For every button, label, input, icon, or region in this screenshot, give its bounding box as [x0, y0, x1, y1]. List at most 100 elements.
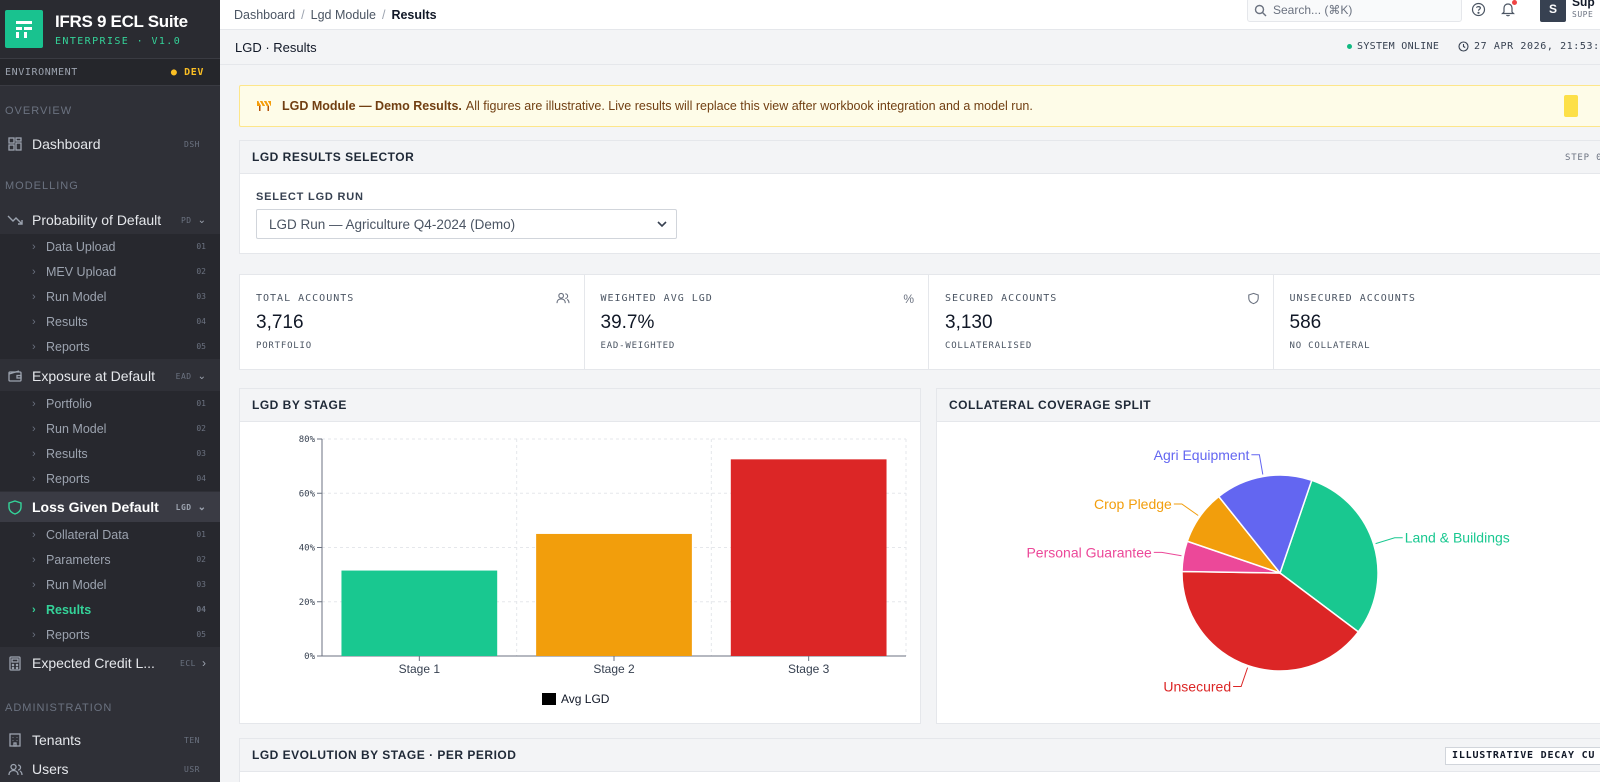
- system-status-label: SYSTEM ONLINE: [1357, 41, 1440, 52]
- sidebar-subitem-reports[interactable]: › Reports 05: [0, 622, 220, 647]
- brand[interactable]: IFRS 9 ECL Suite ENTERPRISE · V1.0: [0, 0, 220, 58]
- sidebar-subitem-mev-upload[interactable]: › MEV Upload 02: [0, 259, 220, 284]
- users-icon: [555, 292, 570, 307]
- sidebar-subitem-number: 04: [196, 317, 206, 326]
- breadcrumb-separator: /: [381, 7, 386, 22]
- lgd-results-selector-panel: LGD RESULTS SELECTOR STEP 04 SELECT LGD …: [239, 140, 1600, 254]
- sidebar-subitem-label: Run Model: [46, 289, 107, 304]
- percent-icon: %: [903, 292, 914, 306]
- panel-header: LGD EVOLUTION BY STAGE · PER PERIOD ILLU…: [240, 739, 1600, 772]
- help-icon[interactable]: [1471, 2, 1486, 22]
- sidebar-subitem-number: 05: [196, 342, 206, 351]
- search-input[interactable]: Search... (⌘K): [1247, 0, 1462, 22]
- step-label: STEP 04: [1565, 153, 1600, 163]
- sidebar-subitem-label: Results: [46, 446, 88, 461]
- sidebar-subitem-reports[interactable]: › Reports 04: [0, 466, 220, 491]
- sidebar-item-loss-given-default[interactable]: Loss Given Default LGD ⌄: [0, 492, 220, 522]
- main-content: LGD Module — Demo Results. All figures a…: [220, 66, 1600, 782]
- panel-header: LGD BY STAGE: [240, 389, 920, 422]
- kpi-label: WEIGHTED AVG LGD: [600, 293, 713, 304]
- sidebar-subitem-results[interactable]: › Results 03: [0, 441, 220, 466]
- sidebar-subitem-number: 02: [196, 555, 206, 564]
- sidebar-item-label: Dashboard: [32, 136, 101, 152]
- breadcrumb-dashboard[interactable]: Dashboard: [234, 8, 295, 22]
- kpi-strip: TOTAL ACCOUNTS 3,716 PORTFOLIO WEIGHTED …: [239, 274, 1600, 370]
- sidebar-subitem-reports[interactable]: › Reports 05: [0, 334, 220, 359]
- chevron-right-icon: ›: [32, 472, 36, 485]
- illustrative-badge: ILLUSTRATIVE DECAY CU: [1445, 747, 1600, 765]
- sidebar-subitem-number: 03: [196, 580, 206, 589]
- y-tick-label: 80%: [299, 435, 316, 445]
- sidebar-subitem-label: Reports: [46, 627, 90, 642]
- chevron-down-icon: ⌄: [197, 501, 206, 513]
- kpi-sublabel: EAD-WEIGHTED: [600, 341, 676, 351]
- sidebar-subitem-portfolio[interactable]: › Portfolio 01: [0, 391, 220, 416]
- kpi-sublabel: NO COLLATERAL: [1289, 341, 1371, 351]
- slice-leader-line: [1233, 667, 1249, 688]
- sidebar-item-exposure-at-default[interactable]: Exposure at Default EAD ⌄: [0, 361, 220, 391]
- sidebar-subitem-number: 03: [196, 292, 206, 301]
- sidebar-subitem-collateral-data[interactable]: › Collateral Data 01: [0, 522, 220, 547]
- sidebar-item-probability-of-default[interactable]: Probability of Default PD ⌄: [0, 205, 220, 235]
- brand-subtitle: ENTERPRISE · V1.0: [55, 35, 182, 47]
- sidebar-subitem-label: Parameters: [46, 552, 111, 567]
- sidebar-subitem-number: 02: [196, 267, 206, 276]
- lgd-run-select[interactable]: LGD Run — Agriculture Q4-2024 (Demo): [256, 209, 677, 239]
- sidebar-subitem-number: 04: [196, 474, 206, 483]
- sidebar-item-code: LGD: [175, 502, 192, 512]
- sidebar-subitem-label: MEV Upload: [46, 264, 117, 279]
- sidebar-item-users[interactable]: Users USR: [0, 754, 220, 782]
- sidebar-item-label: Expected Credit L...: [32, 655, 155, 671]
- lgd-by-stage-panel: LGD BY STAGE 0% 20% 40% 60% 80% Stage 1 Stage …: [239, 388, 921, 724]
- sidebar-subitem-label: Results: [46, 602, 92, 617]
- sidebar-subitem-label: Run Model: [46, 421, 107, 436]
- chevron-right-icon: ›: [32, 628, 36, 641]
- kpi-value: 39.7%: [600, 312, 655, 333]
- legend-swatch: [542, 693, 556, 705]
- user-name[interactable]: Sup: [1572, 0, 1595, 9]
- slice-label: Land & Buildings: [1405, 530, 1510, 546]
- slice-leader-line: [1251, 454, 1264, 475]
- notice-dismiss-button[interactable]: [1564, 95, 1578, 117]
- bell-icon[interactable]: [1501, 0, 1517, 22]
- lgd-evolution-panel: LGD EVOLUTION BY STAGE · PER PERIOD ILLU…: [239, 738, 1600, 782]
- breadcrumb-separator: /: [301, 7, 305, 22]
- breadcrumb: Dashboard / Lgd Module / Results: [234, 8, 437, 22]
- sidebar-item-tenants[interactable]: Tenants TEN: [0, 725, 220, 755]
- sidebar-item-code: ECL: [180, 658, 196, 668]
- page-title: LGD · Results: [235, 40, 317, 55]
- slice-leader-line: [1153, 551, 1182, 557]
- chevron-right-icon: ›: [32, 240, 36, 253]
- status-dot-icon: [1347, 44, 1352, 49]
- bar-stage-1: [341, 570, 498, 656]
- kpi-unsecured-accounts: UNSECURED ACCOUNTS 586 NO COLLATERAL: [1274, 275, 1600, 369]
- chevron-down-icon: ⌄: [197, 214, 206, 226]
- sidebar-item-expected-credit-loss[interactable]: Expected Credit L... ECL ›: [0, 648, 220, 678]
- dashboard-icon: [7, 136, 23, 152]
- notice-text: All figures are illustrative. Live resul…: [465, 99, 1033, 113]
- slice-leader-line: [1173, 503, 1199, 516]
- user-role: SUPE: [1572, 10, 1594, 19]
- sidebar-subitem-run-model[interactable]: › Run Model 02: [0, 416, 220, 441]
- select-lgd-run-label: SELECT LGD RUN: [256, 191, 364, 203]
- shield-icon: [1247, 292, 1259, 308]
- section-overview: OVERVIEW: [5, 105, 73, 117]
- sidebar-subitem-parameters[interactable]: › Parameters 02: [0, 547, 220, 572]
- y-tick-label: 20%: [299, 598, 316, 608]
- avatar[interactable]: S: [1540, 0, 1566, 22]
- notice-title: LGD Module — Demo Results.: [282, 99, 462, 113]
- chevron-right-icon: ›: [32, 578, 36, 591]
- sidebar-subitem-number: 01: [196, 530, 206, 539]
- sidebar-subitem-results[interactable]: › Results 04: [0, 597, 220, 622]
- sidebar-subitem-run-model[interactable]: › Run Model 03: [0, 284, 220, 309]
- breadcrumb-lgd-module[interactable]: Lgd Module: [311, 8, 376, 22]
- sidebar-item-dashboard[interactable]: Dashboard DSH: [0, 129, 220, 159]
- brand-title: IFRS 9 ECL Suite: [55, 11, 188, 31]
- sidebar-subitem-data-upload[interactable]: › Data Upload 01: [0, 234, 220, 259]
- sidebar-subitem-results[interactable]: › Results 04: [0, 309, 220, 334]
- sidebar-subitem-run-model[interactable]: › Run Model 03: [0, 572, 220, 597]
- trending-down-icon: [7, 212, 23, 228]
- wallet-icon: [7, 368, 23, 384]
- building-icon: [7, 732, 23, 748]
- sidebar-subitem-number: 05: [196, 630, 206, 639]
